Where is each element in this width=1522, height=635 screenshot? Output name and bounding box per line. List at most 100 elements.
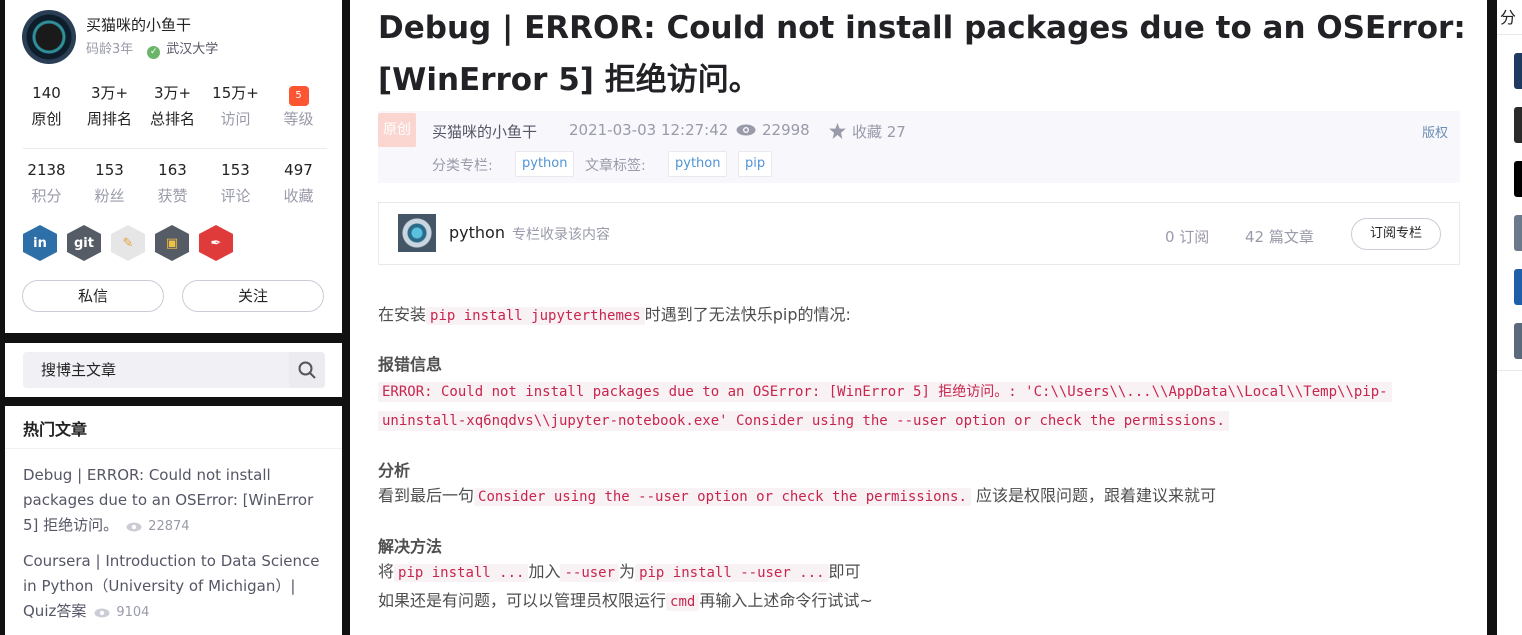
related-thumbnail[interactable]	[1514, 323, 1522, 359]
eye-icon	[736, 124, 756, 136]
right-sidebar: 分	[1497, 0, 1522, 635]
inline-code: Consider using the --user option or chec…	[474, 488, 971, 506]
text: 将	[378, 562, 395, 581]
stats-row-1: 140 原创 3万+ 周排名 3万+ 总排名 15万+ 访问 5 等级	[15, 82, 330, 129]
stat-week-rank[interactable]: 3万+ 周排名	[78, 82, 141, 129]
stat-fans[interactable]: 153 粉丝	[78, 159, 141, 206]
column-thumbnail[interactable]	[398, 214, 436, 252]
stat-value: 497	[284, 161, 313, 179]
stat-label: 粉丝	[94, 187, 125, 205]
stat-label: 原创	[31, 110, 62, 128]
hot-article-title[interactable]: Coursera | Introduction to Data Science …	[23, 552, 319, 620]
stat-label: 收藏	[283, 187, 314, 205]
author-name[interactable]: 买猫咪的小鱼干	[86, 14, 191, 35]
search-icon	[298, 361, 316, 379]
stat-total-rank[interactable]: 3万+ 总排名	[141, 82, 204, 129]
linkedin-badge-icon[interactable]: in	[23, 225, 57, 261]
book-badge-icon[interactable]: ▣	[155, 225, 189, 261]
related-thumbnail[interactable]	[1514, 215, 1522, 251]
category-tag[interactable]: python	[515, 151, 575, 177]
stat-level[interactable]: 5 等级	[267, 82, 330, 129]
stat-label: 获赞	[157, 187, 188, 205]
stat-label: 评论	[220, 187, 251, 205]
related-thumbnail[interactable]	[1514, 161, 1522, 197]
blog-search: 搜博主文章	[5, 343, 342, 397]
badge-list: in git ✎ ▣ ✒	[23, 225, 233, 261]
meta-views: 22998	[736, 121, 810, 139]
stat-value: 153	[95, 161, 124, 179]
github-badge-icon[interactable]: git	[67, 225, 101, 261]
right-sidebar-title: 分	[1497, 0, 1522, 35]
article-tag[interactable]: pip	[738, 151, 773, 177]
pen-badge-icon[interactable]: ✒	[199, 225, 233, 261]
verified-icon: ✓	[147, 46, 161, 59]
hot-divider	[5, 448, 342, 449]
column-card: python 专栏收录该内容 0 订阅 42 篇文章 订阅专栏	[378, 202, 1460, 265]
copyright-link[interactable]: 版权	[1422, 122, 1448, 141]
favorites-value: 收藏 27	[852, 123, 906, 141]
column-name[interactable]: python	[449, 223, 505, 242]
stat-original[interactable]: 140 原创	[15, 82, 78, 129]
error-line: uninstall-xq6nqdvs\\jupyter-notebook.exe…	[378, 411, 1229, 431]
column-article-count: 42 篇文章	[1245, 228, 1314, 246]
inline-code: pip install --user ...	[635, 564, 829, 582]
text: 为	[619, 562, 636, 581]
stat-label: 总排名	[149, 110, 195, 128]
meta-favorites[interactable]: 收藏 27	[829, 121, 906, 142]
stats-row-2: 2138 积分 153 粉丝 163 获赞 153 评论 497 收藏	[15, 159, 330, 206]
intro-paragraph: 在安装 pip install jupyterthemes 时遇到了无法快乐pip的…	[378, 302, 1468, 329]
related-thumbnail[interactable]	[1514, 269, 1522, 305]
stat-favorites: 497 收藏	[267, 159, 330, 206]
follow-button[interactable]: 关注	[182, 280, 324, 312]
error-line: ERROR: Could not install packages due to…	[378, 382, 1392, 402]
pencil-badge-icon[interactable]: ✎	[111, 225, 145, 261]
column-subscribers: 0 订阅	[1165, 228, 1210, 246]
hot-articles-title: 热门文章	[23, 420, 88, 439]
text: 加入	[528, 562, 561, 581]
subscribe-column-button[interactable]: 订阅专栏	[1351, 218, 1441, 250]
search-button[interactable]	[289, 352, 325, 388]
view-count-value: 22874	[148, 519, 190, 534]
inline-code: --user	[560, 564, 620, 582]
views-value: 22998	[762, 121, 810, 139]
stat-label: 周排名	[86, 110, 132, 128]
view-count-value: 9104	[116, 605, 150, 620]
category-label: 分类专栏:	[432, 158, 493, 174]
solution-paragraph: 将 pip install ... 加入 --user 为 pip install --u…	[378, 559, 1468, 586]
text: 时遇到了无法快乐pip的情况:	[644, 305, 851, 324]
text: 看到最后一句	[378, 486, 475, 505]
related-thumbnail[interactable]	[1514, 107, 1522, 143]
list-item[interactable]: Debug | ERROR: Could not install package…	[23, 463, 325, 539]
stat-comments: 153 评论	[204, 159, 267, 206]
related-thumbnail[interactable]	[1514, 53, 1522, 89]
article-tag[interactable]: python	[668, 151, 728, 177]
text: 如果还是有问题，可以以管理员权限运行	[378, 591, 667, 610]
list-item[interactable]: Coursera | Introduction to Data Science …	[23, 549, 325, 625]
view-count: 9104	[94, 605, 149, 620]
stat-points: 2138 积分	[15, 159, 78, 206]
hot-articles: 热门文章 Debug | ERROR: Could not install pa…	[5, 406, 342, 635]
code-age: 码龄3年	[86, 42, 134, 57]
solution-paragraph-2: 如果还是有问题，可以以管理员权限运行 cmd 再输入上述命令行试试~	[378, 588, 1468, 615]
text: 应该是权限问题，跟着建议来就可	[975, 486, 1216, 505]
search-input[interactable]: 搜博主文章	[23, 352, 289, 388]
error-code: ERROR: Could not install packages due to…	[378, 378, 1468, 436]
level-icon-wrap: 5	[267, 82, 330, 106]
avatar[interactable]	[22, 10, 76, 64]
meta-time: 2021-03-03 12:27:42	[569, 121, 729, 139]
message-button[interactable]: 私信	[22, 280, 164, 312]
stat-value: 140	[32, 84, 61, 102]
stat-value: 3万+	[153, 84, 192, 102]
stat-likes: 163 获赞	[141, 159, 204, 206]
inline-code: pip install jupyterthemes	[426, 307, 645, 325]
stat-label: 访问	[220, 110, 251, 128]
stat-value: 15万+	[212, 84, 259, 102]
text: 即可	[828, 562, 861, 581]
text: 在安装	[378, 305, 427, 324]
article-meta: 原创 买猫咪的小鱼干 2021-03-03 12:27:42 22998 收藏 …	[378, 111, 1460, 183]
meta-author[interactable]: 买猫咪的小鱼干	[432, 121, 537, 142]
stat-label: 等级	[283, 110, 314, 128]
level-icon: 5	[288, 86, 309, 106]
text: 再输入上述命令行试试~	[699, 591, 873, 610]
article-title: Debug | ERROR: Could not install package…	[378, 10, 1466, 98]
